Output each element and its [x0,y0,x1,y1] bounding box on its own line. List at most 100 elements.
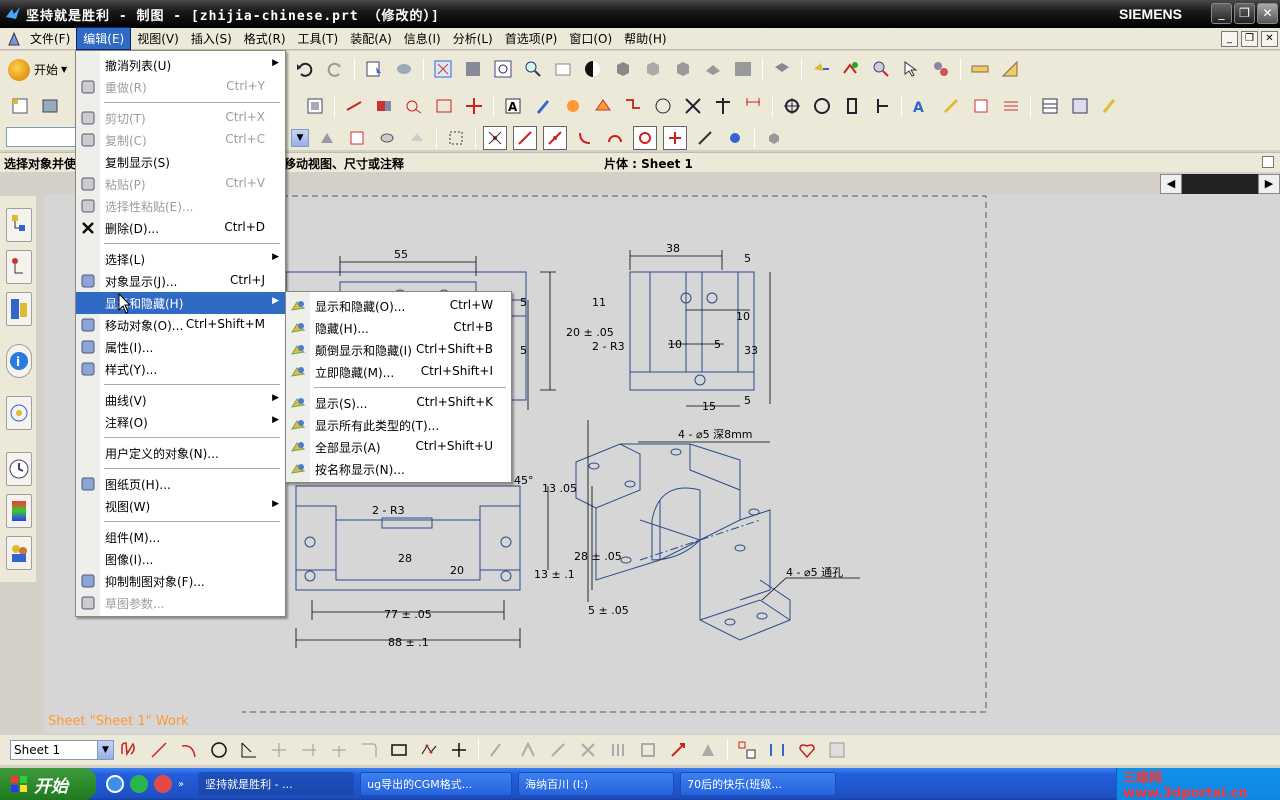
system-materials-icon[interactable] [6,494,32,528]
alternate-solution-icon[interactable] [666,738,690,762]
layer-icon[interactable] [701,57,725,81]
edit-menu-item[interactable]: 选择(L) ▶ [76,248,285,270]
convert-ref-icon[interactable] [636,738,660,762]
horizontal-scrollbar[interactable]: ◀ ▶ [1160,174,1280,194]
centerline-icon[interactable] [462,94,486,118]
scroll-left-icon[interactable]: ◀ [1160,174,1182,194]
sheet-select[interactable]: Sheet 1 ▼ [10,740,114,760]
intersection-icon[interactable] [711,94,735,118]
select-body-icon[interactable] [375,126,399,150]
edit-menu-item[interactable]: 用户定义的对象(N)... [76,442,285,464]
edit-menu-item[interactable]: 抑制制图对象(F)... [76,570,285,592]
edit-menu-item[interactable]: 撤消列表(U) ▶ [76,54,285,76]
analysis-icon[interactable] [929,57,953,81]
gallery-icon[interactable] [825,738,849,762]
auto-constrain-icon[interactable] [546,738,570,762]
task-class[interactable]: 70后的快乐(班级... [680,772,837,796]
make-corner-icon[interactable] [327,738,351,762]
table-icon[interactable] [1038,94,1062,118]
edit-menu-item[interactable]: 移动对象(O)... Ctrl+Shift+M [76,314,285,336]
view-orient-icon[interactable] [392,57,416,81]
task-cgm[interactable]: ug导出的CGM格式... [360,772,513,796]
ruler-icon[interactable] [998,57,1022,81]
show-hide-menu-item[interactable]: 隐藏(H)... Ctrl+B [286,317,511,339]
dimension-icon[interactable] [741,94,765,118]
pen-icon[interactable] [531,94,555,118]
infer-icon[interactable] [696,738,720,762]
zoom-region-icon[interactable] [461,57,485,81]
cursor-icon[interactable] [899,57,923,81]
surface-finish-icon[interactable] [591,94,615,118]
show-hide-menu-item[interactable]: 颠倒显示和隐藏(I) Ctrl+Shift+B [286,339,511,361]
doc-close-button[interactable]: ✕ [1261,31,1278,47]
edit-menu-item[interactable]: 图像(I)... [76,548,285,570]
snap-tangent-icon[interactable] [693,126,717,150]
ie-icon[interactable] [106,775,124,793]
menu-window[interactable]: 窗口(O) [563,28,618,49]
point-icon[interactable] [780,94,804,118]
add-point-icon[interactable] [735,738,759,762]
part-nav-icon[interactable] [770,57,794,81]
robot-icon[interactable] [869,57,893,81]
measure-tool-icon[interactable] [765,738,789,762]
doc-minimize-button[interactable]: _ [1221,31,1238,47]
menu-analysis[interactable]: 分析(L) [447,28,499,49]
detail-view-icon[interactable] [372,94,396,118]
show-hide-menu-item[interactable]: 按名称显示(N)... [286,458,511,480]
animate-dim-icon[interactable] [606,738,630,762]
note-icon[interactable]: A [501,94,525,118]
fillet-icon[interactable] [237,738,261,762]
web-browser-icon[interactable] [6,396,32,430]
doc-restore-button[interactable]: ❐ [1241,31,1258,47]
select-component-icon[interactable] [315,126,339,150]
select-view-icon[interactable] [345,126,369,150]
circle-sketch-icon[interactable] [207,738,231,762]
section-line-icon[interactable] [342,94,366,118]
hatch-icon[interactable] [999,94,1023,118]
menu-format[interactable]: 格式(R) [238,28,292,49]
base-view-icon[interactable] [303,94,327,118]
profile-icon[interactable] [117,738,141,762]
snap-intersection-icon[interactable] [663,126,687,150]
media-icon[interactable] [130,775,148,793]
snap-quadrant-icon[interactable] [603,126,627,150]
show-hide-menu-item[interactable]: 立即隐藏(M)... Ctrl+Shift+I [286,361,511,383]
edit-menu-item[interactable]: 删除(D)... Ctrl+D [76,217,285,239]
combo-dropdown-icon[interactable]: ▼ [291,129,309,147]
edit-menu-item[interactable]: 样式(Y)... [76,358,285,380]
datum-icon[interactable] [969,94,993,118]
show-hide-menu-item[interactable]: 显示(S)... Ctrl+Shift+K [286,392,511,414]
edit-menu-item[interactable]: 组件(M)... [76,526,285,548]
annotation-icon[interactable] [939,94,963,118]
edit-menu-item[interactable]: 图纸页(H)... [76,473,285,495]
measure-icon[interactable] [968,57,992,81]
edit-menu-item[interactable]: 复制显示(S) [76,151,285,173]
start-button[interactable]: 开始 ▼ [8,58,67,81]
settings-icon[interactable] [1098,94,1122,118]
snap-icon[interactable] [839,57,863,81]
new-sheet-icon[interactable] [8,94,32,118]
geometric-constraint-icon[interactable] [516,738,540,762]
task-nx[interactable]: 坚持就是胜利 - ... [198,772,355,796]
edit-menu-item[interactable]: 视图(W) ▶ [76,495,285,517]
menu-file[interactable]: 文件(F) [24,28,76,49]
arc-icon[interactable] [177,738,201,762]
show-hide-menu-item[interactable]: 显示和隐藏(O)... Ctrl+W [286,295,511,317]
open-sheet-icon[interactable] [38,94,62,118]
wireframe-icon[interactable] [641,57,665,81]
chevron-down-icon[interactable]: ▼ [97,741,113,759]
weld-symbol-icon[interactable] [561,94,585,118]
spline-icon[interactable] [417,738,441,762]
task-drive[interactable]: 海纳百川 (I:) [518,772,675,796]
corner-icon[interactable] [357,738,381,762]
roles-icon[interactable] [6,536,32,570]
rectangle-icon[interactable] [387,738,411,762]
quick-trim-icon[interactable] [267,738,291,762]
assembly-nav-icon[interactable] [6,208,32,242]
document-icon[interactable] [6,31,22,47]
redo-icon[interactable] [323,57,347,81]
xp-start-button[interactable]: 开始 [0,768,96,800]
undo-icon[interactable] [293,57,317,81]
snap-line-icon[interactable] [543,126,567,150]
render-style-icon[interactable] [671,57,695,81]
